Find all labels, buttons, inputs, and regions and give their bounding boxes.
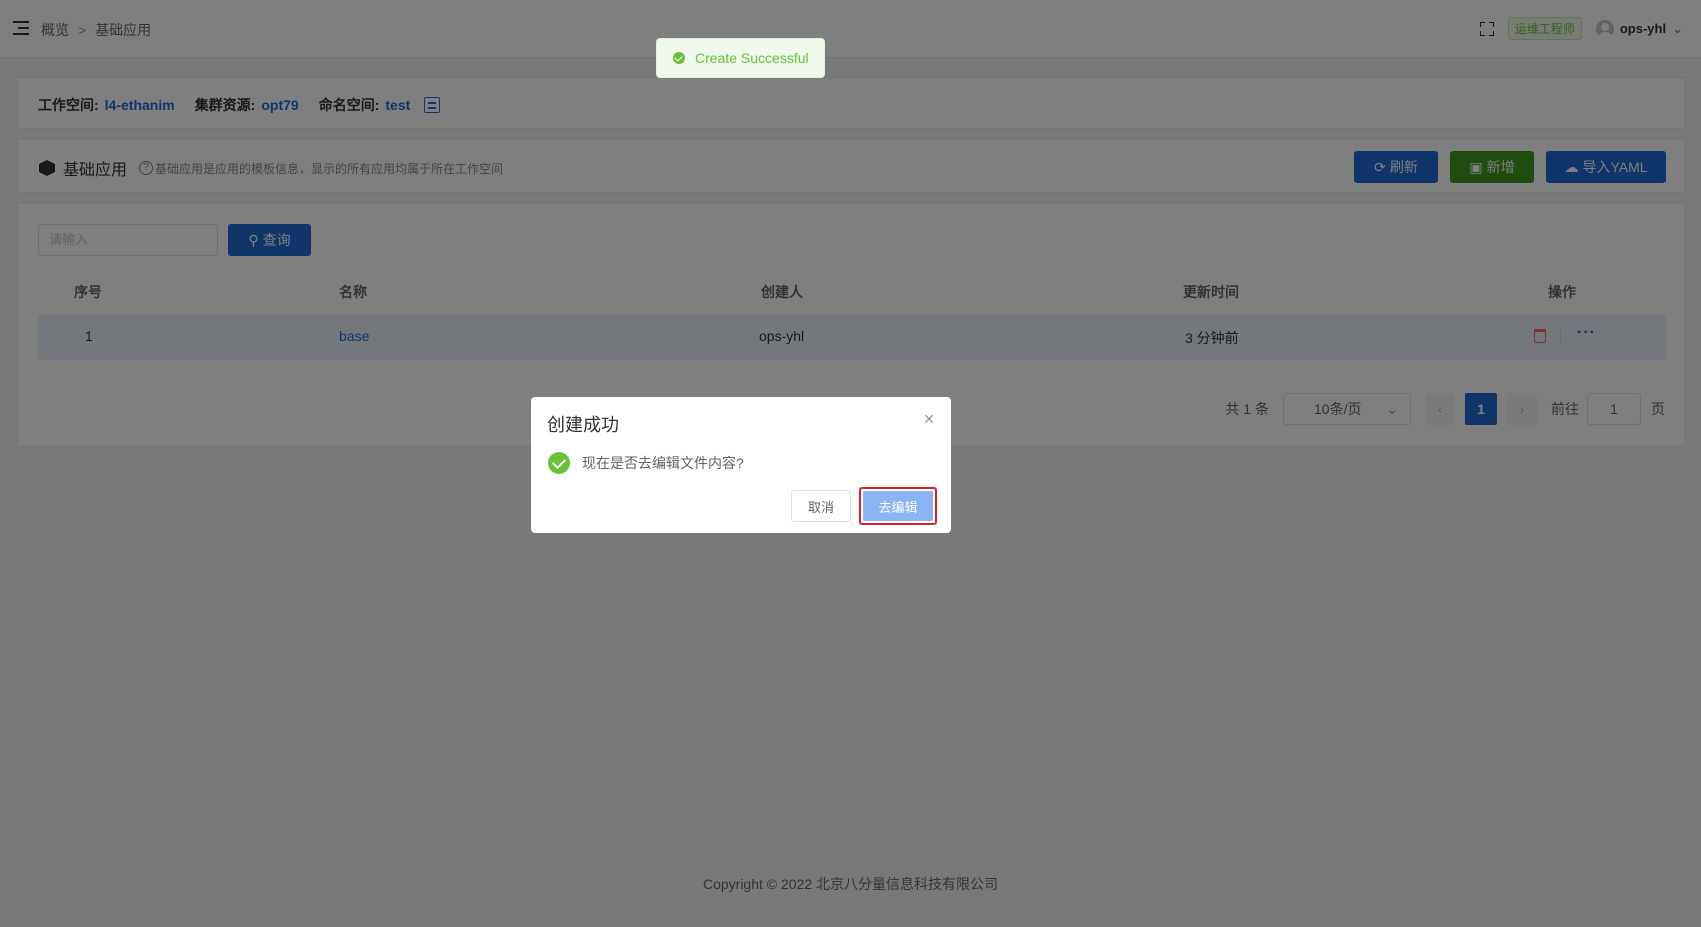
confirm-dialog: 创建成功 × 现在是否去编辑文件内容? 取消 去编辑	[531, 397, 951, 533]
close-icon[interactable]: ×	[921, 410, 937, 428]
success-icon	[548, 452, 570, 474]
dialog-message: 现在是否去编辑文件内容?	[582, 455, 744, 471]
dialog-title: 创建成功	[547, 415, 619, 435]
toast-message: Create Successful	[695, 50, 809, 66]
dialog-body: 现在是否去编辑文件内容?	[548, 452, 744, 474]
cancel-button[interactable]: 取消	[791, 490, 851, 522]
go-edit-button[interactable]: 去编辑	[863, 491, 933, 521]
success-toast: Create Successful	[656, 38, 825, 78]
check-circle-icon	[673, 52, 685, 64]
go-edit-highlight: 去编辑	[859, 487, 937, 525]
